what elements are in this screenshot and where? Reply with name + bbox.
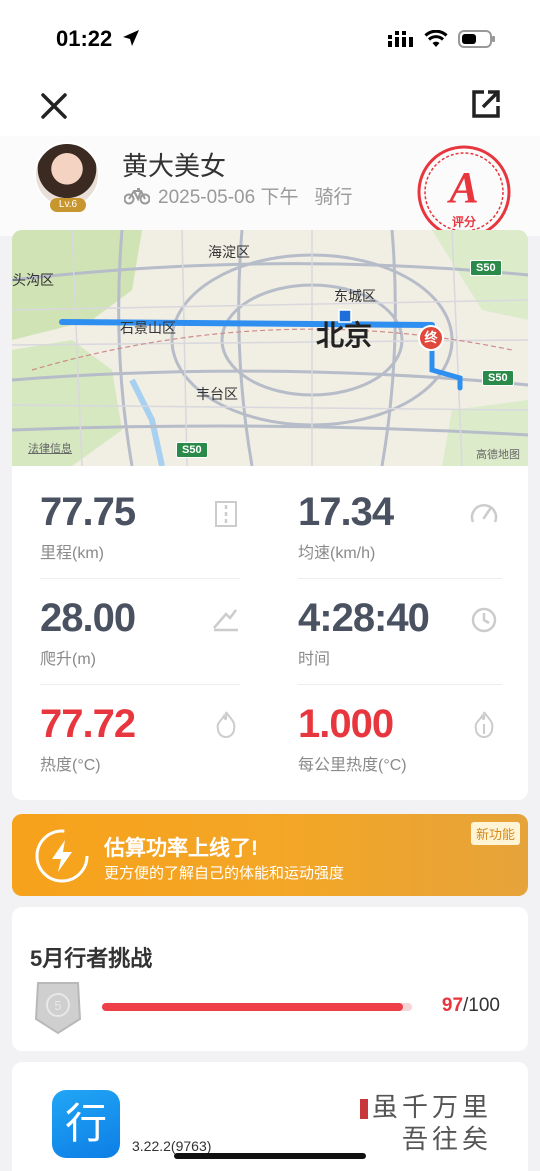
stat-value: 4:28:40 <box>298 596 430 640</box>
app-version: 3.22.2(9763) <box>132 1138 212 1154</box>
ride-header: Lv.6 黄大美女 2025-05-06 下午 骑行 A 评分 <box>0 136 540 239</box>
flame-icon <box>216 711 236 738</box>
divider <box>40 578 240 579</box>
stat-label: 热度(°C) <box>40 757 101 774</box>
stat-value: 77.75 <box>40 490 136 534</box>
divider <box>298 684 502 685</box>
ride-meta: 2025-05-06 下午 骑行 <box>124 182 352 209</box>
seal-stamp <box>359 1099 368 1119</box>
highway-badge: S50 <box>482 370 514 386</box>
stat-label: 里程(km) <box>40 545 104 562</box>
stat-label: 时间 <box>298 651 331 668</box>
home-indicator <box>174 1153 366 1159</box>
map-legal-link[interactable]: 法律信息 <box>28 440 72 456</box>
challenge-title: 5月行者挑战 <box>30 946 153 971</box>
challenge-progress-bar <box>102 1003 412 1011</box>
flame-outline-icon <box>474 711 494 738</box>
medal-icon: 5 <box>34 982 82 1035</box>
wifi-icon <box>424 30 448 47</box>
ride-date: 2025-05-06 下午 <box>158 187 299 208</box>
map-background <box>12 230 528 466</box>
app-logo: 行 <box>52 1090 120 1158</box>
stat-label: 均速(km/h) <box>298 545 376 562</box>
new-feature-badge: 新功能 <box>470 822 520 845</box>
banner-title: 估算功率上线了! <box>104 837 258 860</box>
stat-value: 1.000 <box>298 702 394 746</box>
grade-stamp[interactable]: A 评分 <box>416 144 512 240</box>
status-indicators <box>388 30 496 48</box>
road-icon <box>215 501 237 527</box>
status-bar: 01:22 <box>0 0 540 80</box>
grade-label: 评分 <box>452 214 476 229</box>
svg-text:5: 5 <box>54 998 61 1013</box>
location-arrow-icon <box>123 30 139 46</box>
slogan-line-2: 吾往矣 <box>401 1125 492 1155</box>
challenge-card[interactable]: 5月行者挑战 5 97/100 <box>12 907 528 1051</box>
stat-duration: 4:28:40 时间 <box>298 596 498 669</box>
stat-climb: 28.00 爬升(m) <box>40 596 240 669</box>
ride-type: 骑行 <box>314 187 353 208</box>
user-name[interactable]: 黄大美女 <box>122 146 226 183</box>
map-label-haidian: 海淀区 <box>208 244 250 260</box>
stat-label: 爬升(m) <box>40 651 96 668</box>
stat-value: 77.72 <box>40 702 136 746</box>
challenge-total: /100 <box>463 995 500 1016</box>
banner-subtitle: 更方便的了解自己的体能和运动强度 <box>104 865 345 882</box>
status-time: 01:22 <box>56 26 113 51</box>
level-badge: Lv.6 <box>50 198 86 212</box>
stat-distance: 77.75 里程(km) <box>40 490 240 563</box>
close-icon[interactable] <box>38 90 70 122</box>
map-label-fengtai: 丰台区 <box>196 386 238 402</box>
map-label-shijingshan: 石景山区 <box>120 320 176 336</box>
highway-badge: S50 <box>470 260 502 276</box>
share-icon[interactable] <box>470 88 502 120</box>
grade-letter: A <box>446 163 478 212</box>
map-label-dongcheng: 东城区 <box>334 288 376 304</box>
stat-heat: 77.72 热度(°C) <box>40 702 240 775</box>
stat-value: 17.34 <box>298 490 394 534</box>
stat-label: 每公里热度(°C) <box>298 757 407 774</box>
challenge-progress-fill <box>102 1003 403 1011</box>
divider <box>298 578 502 579</box>
speedometer-icon <box>470 504 498 523</box>
challenge-progress-text: 97/100 <box>442 995 500 1017</box>
slogan-calligraphy: 虽千万里 吾往矣 <box>359 1092 492 1156</box>
stat-value: 28.00 <box>40 596 136 640</box>
stat-heat-per-km: 1.000 每公里热度(°C) <box>298 702 498 775</box>
nav-bar <box>0 80 540 136</box>
map-label-city: 北京 <box>316 320 373 351</box>
challenge-current: 97 <box>441 995 464 1016</box>
lightning-icon <box>35 829 89 883</box>
map-provider: 高德地图 <box>476 449 520 461</box>
highway-badge: S50 <box>176 442 208 458</box>
stat-avg-speed: 17.34 均速(km/h) <box>298 490 498 563</box>
route-map[interactable]: 海淀区 头沟区 东城区 石景山区 北京 丰台区 法律信息 高德地图 S50 S5… <box>12 230 528 466</box>
climb-icon <box>213 609 238 632</box>
power-estimate-banner[interactable]: 估算功率上线了! 更方便的了解自己的体能和运动强度 新功能 <box>12 814 528 896</box>
battery-icon <box>458 30 495 48</box>
stats-card: 77.75 里程(km) 17.34 均速(km/h) 28.00 爬升(m) … <box>12 466 528 800</box>
signal-icon <box>388 31 413 47</box>
slogan-line-1: 虽千万里 <box>371 1093 492 1123</box>
divider <box>40 684 240 685</box>
route-end-marker: 终 <box>418 325 444 351</box>
bicycle-icon <box>124 187 150 204</box>
map-label-mentougou: 头沟区 <box>12 272 54 288</box>
clock-icon <box>471 607 497 633</box>
